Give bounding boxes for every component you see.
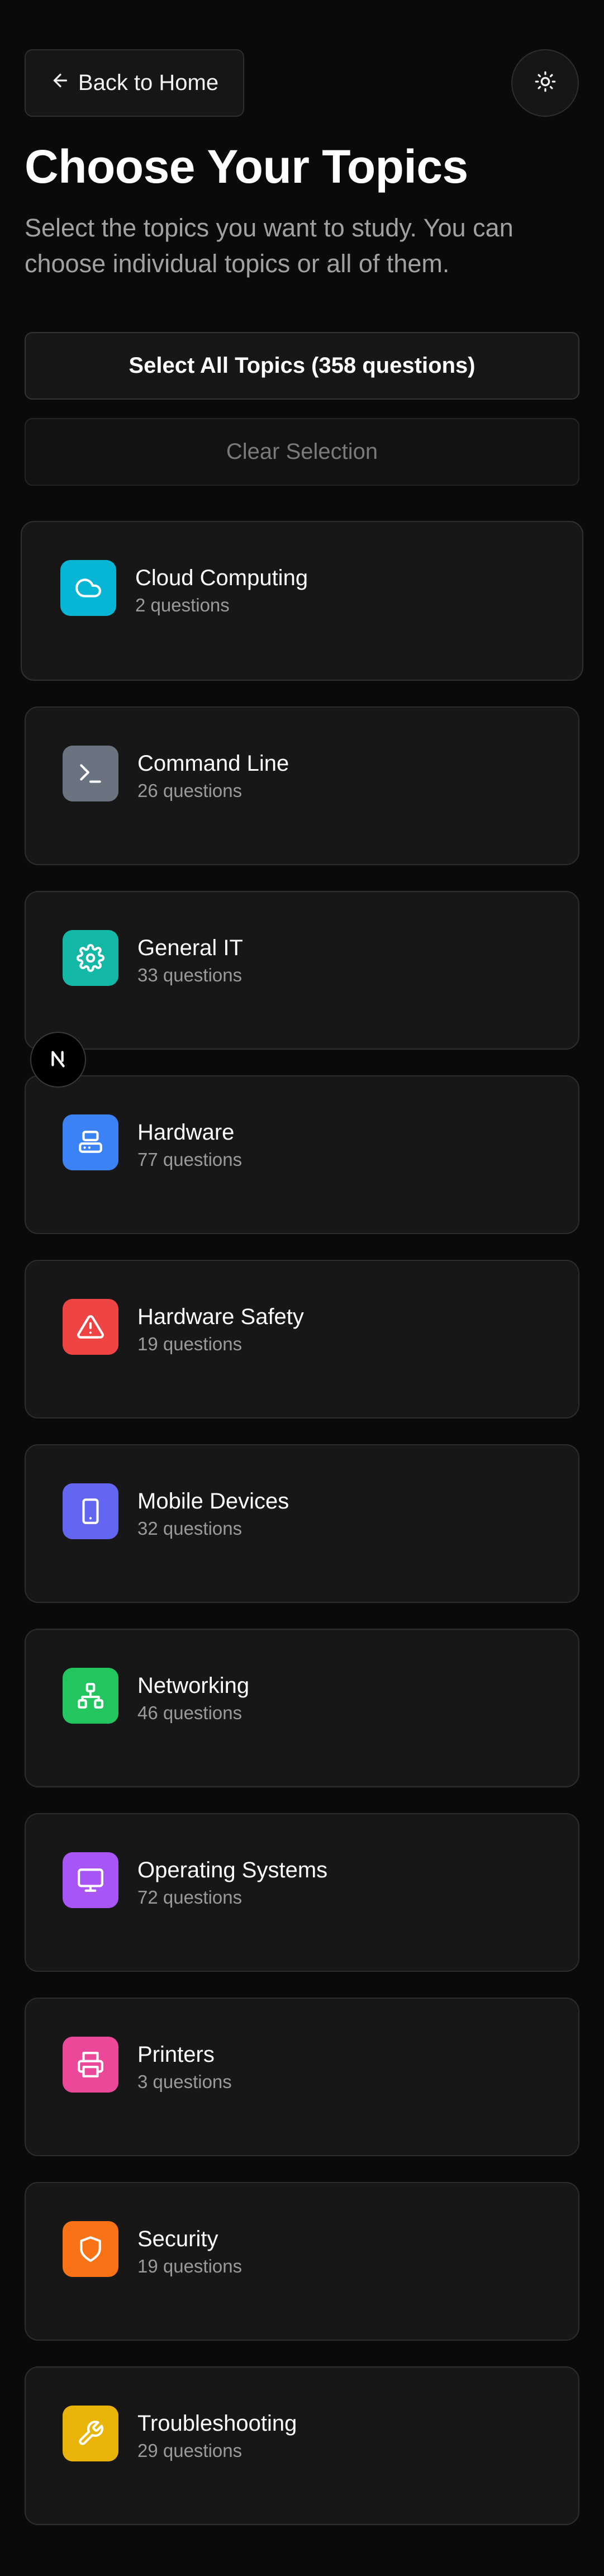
warning-triangle-icon bbox=[63, 1299, 118, 1355]
topic-card-general-it[interactable]: General IT 33 questions bbox=[25, 891, 579, 1050]
theme-toggle-button[interactable] bbox=[511, 49, 579, 117]
nextjs-dev-indicator-button[interactable] bbox=[30, 1032, 86, 1088]
topic-count: 26 questions bbox=[137, 780, 242, 801]
topic-name: Mobile Devices bbox=[137, 1489, 289, 1514]
topic-name: General IT bbox=[137, 936, 243, 960]
topic-count: 2 questions bbox=[135, 595, 230, 615]
nextjs-logo-icon bbox=[45, 1046, 71, 1074]
hard-drive-icon bbox=[63, 1114, 118, 1170]
topic-name: Hardware bbox=[137, 1120, 235, 1145]
topic-card-command-line[interactable]: Command Line 26 questions bbox=[25, 706, 579, 865]
shield-icon bbox=[63, 2221, 118, 2277]
topic-name: Cloud Computing bbox=[135, 566, 308, 590]
terminal-icon bbox=[63, 746, 118, 801]
topic-card-networking[interactable]: Networking 46 questions bbox=[25, 1629, 579, 1787]
topic-count: 19 questions bbox=[137, 1334, 242, 1354]
topic-card-printers[interactable]: Printers 3 questions bbox=[25, 1998, 579, 2156]
topic-name: Command Line bbox=[137, 751, 289, 776]
topic-count: 29 questions bbox=[137, 2440, 242, 2461]
topic-count: 3 questions bbox=[137, 2071, 232, 2092]
topic-card-troubleshooting[interactable]: Troubleshooting 29 questions bbox=[25, 2366, 579, 2525]
arrow-left-icon bbox=[50, 70, 70, 96]
topic-card-security[interactable]: Security 19 questions bbox=[25, 2182, 579, 2341]
topic-card-hardware-safety[interactable]: Hardware Safety 19 questions bbox=[25, 1260, 579, 1419]
select-all-topics-button[interactable]: Select All Topics (358 questions) bbox=[25, 332, 579, 400]
page-title: Choose Your Topics bbox=[25, 140, 468, 193]
topic-card-mobile-devices[interactable]: Mobile Devices 32 questions bbox=[25, 1444, 579, 1603]
wrench-icon bbox=[63, 2406, 118, 2461]
topic-selection-page: Back to Home Choose Your Topics Select t… bbox=[0, 0, 604, 2576]
gear-icon bbox=[63, 930, 118, 986]
page-subtitle: Select the topics you want to study. You… bbox=[25, 214, 513, 278]
monitor-icon bbox=[63, 1852, 118, 1908]
topic-count: 77 questions bbox=[137, 1149, 242, 1170]
sun-icon bbox=[534, 70, 557, 96]
topic-count: 72 questions bbox=[137, 1887, 242, 1908]
topic-name: Troubleshooting bbox=[137, 2411, 297, 2436]
network-icon bbox=[63, 1668, 118, 1724]
smartphone-icon bbox=[63, 1483, 118, 1539]
topic-count: 19 questions bbox=[137, 2256, 242, 2276]
back-to-home-label: Back to Home bbox=[78, 70, 219, 95]
cloud-icon bbox=[60, 560, 116, 616]
topic-count: 46 questions bbox=[137, 1702, 242, 1723]
topic-name: Printers bbox=[137, 2042, 215, 2067]
topic-name: Networking bbox=[137, 1673, 250, 1698]
topic-card-operating-systems[interactable]: Operating Systems 72 questions bbox=[25, 1813, 579, 1972]
back-to-home-button[interactable]: Back to Home bbox=[25, 49, 244, 117]
topic-count: 32 questions bbox=[137, 1518, 242, 1539]
topic-card-cloud-computing[interactable]: Cloud Computing 2 questions bbox=[21, 521, 583, 681]
topic-name: Operating Systems bbox=[137, 1858, 328, 1882]
printer-icon bbox=[63, 2037, 118, 2093]
topic-card-hardware[interactable]: Hardware 77 questions bbox=[25, 1075, 579, 1234]
clear-selection-button[interactable]: Clear Selection bbox=[25, 418, 579, 486]
topic-name: Hardware Safety bbox=[137, 1304, 304, 1329]
topic-name: Security bbox=[137, 2227, 218, 2251]
topic-count: 33 questions bbox=[137, 965, 242, 985]
